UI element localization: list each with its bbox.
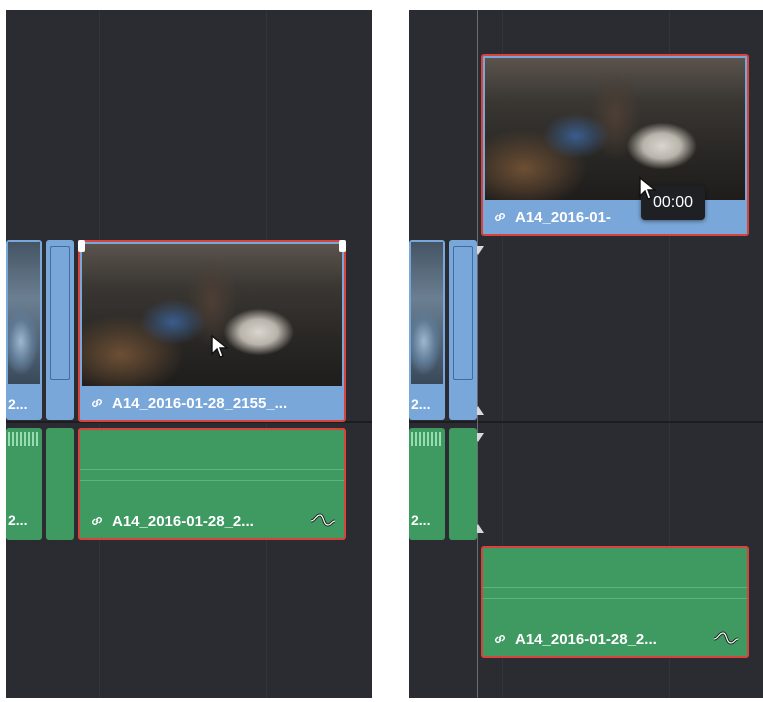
clip-label-row: A14_2016-01- [483, 200, 747, 234]
pointer-cursor-icon [210, 334, 230, 365]
clip-thumbnail [8, 242, 40, 384]
waveform-icon [713, 631, 739, 650]
selected-video-clip[interactable]: A14_2016-01-28_2155_... [78, 240, 346, 422]
clip-name: A14_2016-01- [515, 208, 611, 226]
link-icon [493, 210, 507, 224]
track-divider [409, 421, 763, 423]
playhead[interactable] [477, 10, 478, 698]
audio-level-line [80, 468, 344, 470]
clip-thumbnail [485, 58, 745, 200]
clip-inner-frame [50, 246, 70, 380]
gap-video-clip[interactable] [46, 240, 74, 420]
clip-label: 2... [8, 396, 28, 412]
gap-audio-clip[interactable] [46, 428, 74, 540]
link-icon [493, 632, 507, 646]
prev-video-clip[interactable]: 2... [409, 240, 445, 420]
waveform-icon [310, 513, 336, 532]
pointer-cursor-icon [638, 176, 658, 207]
link-icon [90, 514, 104, 528]
clip-inner-frame [453, 246, 473, 380]
clip-label: 2... [8, 512, 28, 528]
trim-handle-left[interactable] [78, 240, 85, 252]
clip-thumbnail [411, 242, 443, 384]
prev-audio-clip[interactable]: 2... [6, 428, 42, 540]
timeline-right: 2... A14_2016-01- 2... A14_2016-01-28_2.… [409, 10, 763, 698]
prev-audio-clip[interactable]: 2... [409, 428, 445, 540]
audio-waveform [411, 432, 443, 446]
gap-video-clip[interactable] [449, 240, 477, 420]
audio-level-line [483, 586, 747, 588]
trim-handle-right[interactable] [339, 240, 346, 252]
clip-label: 2... [411, 512, 431, 528]
audio-waveform [8, 432, 40, 446]
dragged-video-clip[interactable]: A14_2016-01- [481, 54, 749, 236]
gap-audio-clip[interactable] [449, 428, 477, 540]
clip-label-row: A14_2016-01-28_2... [80, 504, 344, 538]
link-icon [90, 396, 104, 410]
dragged-audio-clip[interactable]: A14_2016-01-28_2... [481, 546, 749, 658]
selected-audio-clip[interactable]: A14_2016-01-28_2... [78, 428, 346, 540]
clip-name: A14_2016-01-28_2... [515, 630, 657, 648]
timeline-left: 2... A14_2016-01-28_2155_... 2... A14_20… [6, 10, 372, 698]
clip-label-row: A14_2016-01-28_2155_... [80, 386, 344, 420]
clip-name: A14_2016-01-28_2... [112, 512, 254, 530]
audio-level-line [80, 479, 344, 481]
clip-label-row: A14_2016-01-28_2... [483, 622, 747, 656]
audio-level-line [483, 597, 747, 599]
prev-video-clip[interactable]: 2... [6, 240, 42, 420]
clip-label: 2... [411, 396, 431, 412]
clip-name: A14_2016-01-28_2155_... [112, 394, 288, 412]
